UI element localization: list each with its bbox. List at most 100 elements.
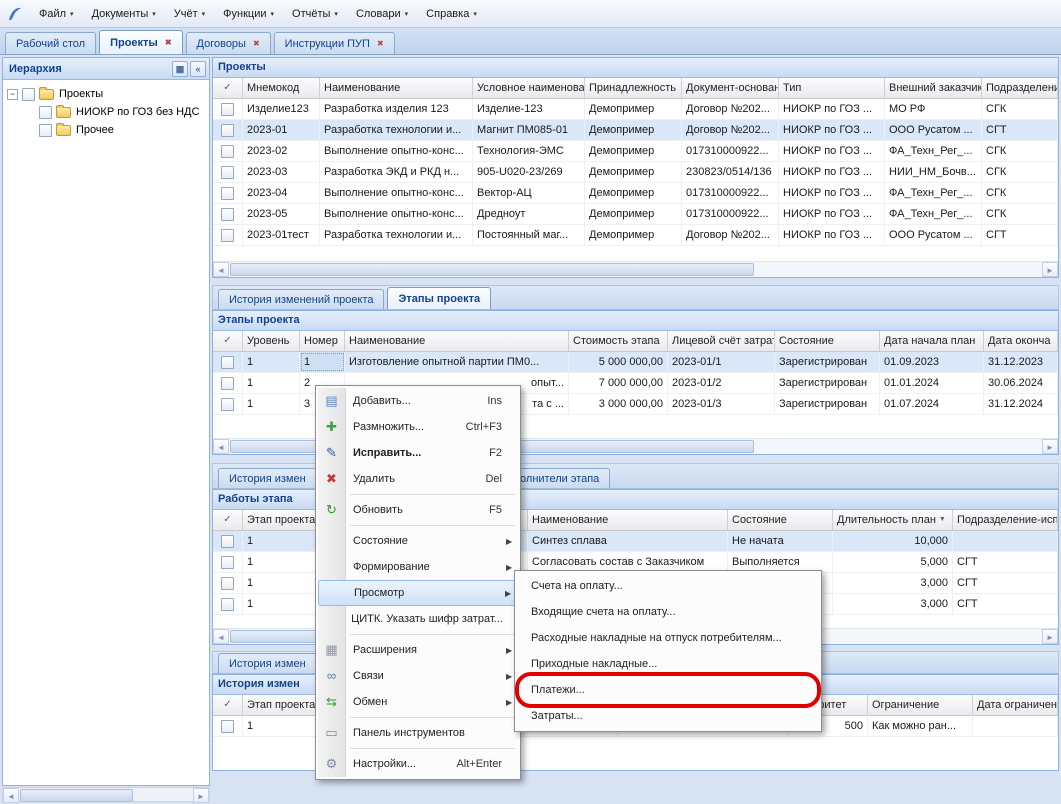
column-header[interactable]: Подразделение-исп [953, 510, 1058, 530]
menu-item[interactable]: Формирование▶ [318, 554, 518, 580]
column-header[interactable]: Условное наименован [473, 78, 585, 98]
row-checkbox[interactable] [221, 124, 234, 137]
row-checkbox[interactable] [221, 166, 234, 179]
row-checkbox[interactable] [221, 103, 234, 116]
grid-row[interactable]: 2023-01тестРазработка технологии и...Пос… [213, 225, 1058, 246]
column-header[interactable]: Дата ограничен [973, 695, 1058, 715]
column-header[interactable]: Наименование [528, 510, 728, 530]
row-checkbox[interactable] [221, 145, 234, 158]
collapse-sidebar-icon[interactable]: « [190, 61, 206, 77]
column-header[interactable]: Длительность план▼ [833, 510, 953, 530]
menubar-item[interactable]: Справка▾ [417, 1, 486, 27]
tab-close-icon[interactable]: ✖ [253, 39, 260, 48]
horizontal-scrollbar[interactable]: ◄ ► [213, 261, 1058, 277]
tree-checkbox[interactable] [39, 124, 52, 137]
row-checkbox[interactable] [221, 187, 234, 200]
grid-row[interactable]: Изделие123Разработка изделия 123Изделие-… [213, 99, 1058, 120]
column-header[interactable]: Этап проекта [243, 510, 318, 530]
column-header[interactable]: Уровень [243, 331, 300, 351]
tab[interactable]: История измен [218, 468, 317, 488]
row-checkbox[interactable] [221, 229, 234, 242]
menu-item[interactable]: Затраты... [517, 703, 819, 729]
menu-item[interactable]: ⚙Настройки...Alt+Enter [318, 751, 518, 777]
scroll-right-arrow[interactable]: ► [1042, 439, 1058, 454]
column-header[interactable]: Наименование [345, 331, 569, 351]
scroll-right-arrow[interactable]: ► [1042, 629, 1058, 644]
grid-row[interactable]: 2023-04Выполнение опытно-конс...Вектор-А… [213, 183, 1058, 204]
tree-node[interactable]: НИОКР по ГОЗ без НДС [3, 103, 209, 121]
menu-item[interactable]: Просмотр▶ [318, 580, 518, 606]
grid-row[interactable]: 2023-01Разработка технологии и...Магнит … [213, 120, 1058, 141]
tab[interactable]: История измен [218, 653, 317, 673]
select-all-column-header[interactable]: ✓ [213, 695, 243, 715]
menubar-item[interactable]: Документы▾ [83, 1, 165, 27]
column-header[interactable]: Мнемокод [243, 78, 320, 98]
column-header[interactable]: Этап проекта [243, 695, 318, 715]
menu-item[interactable]: ▤Добавить...Ins [318, 388, 518, 414]
menu-item[interactable]: Счета на оплату... [517, 573, 819, 599]
scroll-left-arrow[interactable]: ◄ [213, 262, 229, 277]
tab-close-icon[interactable]: ✖ [165, 38, 172, 47]
tree-node[interactable]: −Проекты [3, 85, 209, 103]
menu-item[interactable]: ✖УдалитьDel [318, 466, 518, 492]
row-checkbox[interactable] [221, 556, 234, 569]
menu-item[interactable]: ✎Исправить...F2 [318, 440, 518, 466]
menu-item[interactable]: Расходные накладные на отпуск потребител… [517, 625, 819, 651]
column-header[interactable]: Дата начала план [880, 331, 984, 351]
menubar-item[interactable]: Функции▾ [214, 1, 283, 27]
menu-item[interactable]: ⇆Обмен▶ [318, 689, 518, 715]
menu-item[interactable]: ↻ОбновитьF5 [318, 497, 518, 523]
row-checkbox[interactable] [221, 377, 234, 390]
menubar-item[interactable]: Учёт▾ [165, 1, 214, 27]
column-header[interactable]: Лицевой счёт затрат [668, 331, 775, 351]
tab[interactable]: Рабочий стол [5, 32, 96, 54]
row-checkbox[interactable] [221, 398, 234, 411]
column-header[interactable]: Тип [779, 78, 885, 98]
scroll-right-arrow[interactable]: ► [193, 788, 209, 803]
menu-item[interactable]: Входящие счета на оплату... [517, 599, 819, 625]
grid-row[interactable]: 2023-02Выполнение опытно-конс...Технолог… [213, 141, 1058, 162]
tab[interactable]: Инструкции ПУП✖ [274, 32, 395, 54]
column-header[interactable]: Наименование [320, 78, 473, 98]
menu-item[interactable]: Состояние▶ [318, 528, 518, 554]
scroll-left-arrow[interactable]: ◄ [213, 439, 229, 454]
grid-row[interactable]: 11Изготовление опытной партии ПМ0...5 00… [213, 352, 1058, 373]
menu-item[interactable]: ∞Связи▶ [318, 663, 518, 689]
menu-item[interactable]: Платежи... [517, 677, 819, 703]
menu-item[interactable]: ЦИТК. Указать шифр затрат... [318, 606, 518, 632]
select-all-column-header[interactable]: ✓ [213, 331, 243, 351]
tree-checkbox[interactable] [39, 106, 52, 119]
menu-item[interactable]: ▭Панель инструментов [318, 720, 518, 746]
hierarchy-filter-icon[interactable]: ▦ [172, 61, 188, 77]
row-checkbox[interactable] [221, 356, 234, 369]
scroll-right-arrow[interactable]: ► [1042, 262, 1058, 277]
scrollbar-thumb[interactable] [20, 789, 133, 802]
tab[interactable]: Проекты✖ [99, 30, 182, 54]
row-checkbox[interactable] [221, 535, 234, 548]
row-checkbox[interactable] [221, 577, 234, 590]
column-header[interactable]: Состояние [775, 331, 880, 351]
column-header[interactable]: Номер [300, 331, 345, 351]
scroll-left-arrow[interactable]: ◄ [3, 788, 19, 803]
menubar-item[interactable]: Словари▾ [347, 1, 417, 27]
row-checkbox[interactable] [221, 208, 234, 221]
tree-node[interactable]: Прочее [3, 121, 209, 139]
column-header[interactable]: Состояние [728, 510, 833, 530]
column-header[interactable]: Ограничение [868, 695, 973, 715]
collapse-node-icon[interactable]: − [7, 89, 18, 100]
menu-item[interactable]: ▦Расширения▶ [318, 637, 518, 663]
tab[interactable]: История изменений проекта [218, 289, 384, 309]
column-header[interactable]: Стоимость этапа [569, 331, 668, 351]
tab[interactable]: Договоры✖ [186, 32, 271, 54]
column-header[interactable]: Принадлежность [585, 78, 682, 98]
menubar-item[interactable]: Файл▾ [30, 1, 83, 27]
grid-row[interactable]: 2023-03Разработка ЭКД и РКД н...905-U020… [213, 162, 1058, 183]
select-all-column-header[interactable]: ✓ [213, 510, 243, 530]
menubar-item[interactable]: Отчёты▾ [283, 1, 347, 27]
scrollbar-thumb[interactable] [230, 263, 754, 276]
tree-checkbox[interactable] [22, 88, 35, 101]
sidebar-horizontal-scrollbar[interactable]: ◄ ► [2, 787, 210, 802]
tab-close-icon[interactable]: ✖ [377, 39, 384, 48]
tab[interactable]: Этапы проекта [387, 287, 491, 309]
grid-row[interactable]: 2023-05Выполнение опытно-конс...Дредноут… [213, 204, 1058, 225]
